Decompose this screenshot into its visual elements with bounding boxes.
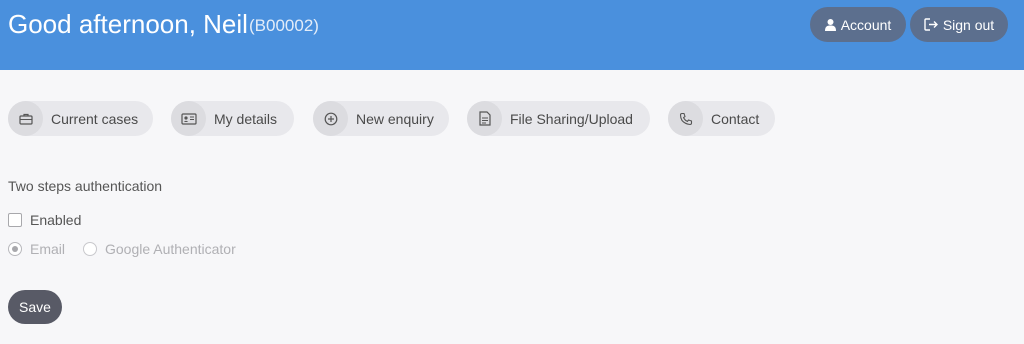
two-factor-title: Two steps authentication bbox=[8, 178, 163, 194]
enabled-checkbox-row[interactable]: Enabled bbox=[8, 212, 81, 228]
sign-out-icon bbox=[924, 18, 938, 31]
greeting-title: Good afternoon, Neil bbox=[8, 9, 248, 39]
document-icon bbox=[467, 101, 502, 136]
id-card-icon bbox=[171, 101, 206, 136]
nav-label: My details bbox=[214, 110, 278, 127]
phone-icon bbox=[668, 101, 703, 136]
briefcase-icon bbox=[8, 101, 43, 136]
nav-label: File Sharing/Upload bbox=[510, 110, 633, 127]
user-icon bbox=[824, 18, 836, 31]
nav-contact[interactable]: Contact bbox=[668, 101, 775, 136]
nav-file-sharing[interactable]: File Sharing/Upload bbox=[467, 101, 650, 136]
nav-label: Contact bbox=[711, 110, 760, 127]
radio-email-label: Email bbox=[30, 241, 66, 257]
nav-new-enquiry[interactable]: New enquiry bbox=[313, 101, 449, 136]
header-bar: Good afternoon, Neil (B00002) Account Si… bbox=[0, 0, 1024, 70]
user-id: (B00002) bbox=[249, 16, 319, 35]
radio-email[interactable] bbox=[8, 242, 22, 256]
save-button[interactable]: Save bbox=[8, 290, 62, 324]
enabled-checkbox[interactable] bbox=[8, 213, 22, 227]
radio-google-authenticator[interactable] bbox=[83, 242, 97, 256]
nav-label: Current cases bbox=[51, 110, 139, 127]
radio-google-authenticator-label: Google Authenticator bbox=[105, 241, 236, 257]
account-label: Account bbox=[840, 16, 892, 33]
plus-circle-icon bbox=[313, 101, 348, 136]
enabled-label: Enabled bbox=[30, 212, 82, 228]
sign-out-label: Sign out bbox=[942, 16, 995, 33]
nav-my-details[interactable]: My details bbox=[171, 101, 294, 136]
nav-current-cases[interactable]: Current cases bbox=[8, 101, 153, 136]
account-button[interactable]: Account bbox=[810, 7, 906, 42]
sign-out-button[interactable]: Sign out bbox=[910, 7, 1008, 42]
radio-google-authenticator-row[interactable]: Google Authenticator bbox=[83, 241, 236, 257]
nav-label: New enquiry bbox=[356, 110, 434, 127]
radio-email-row[interactable]: Email bbox=[8, 241, 65, 257]
